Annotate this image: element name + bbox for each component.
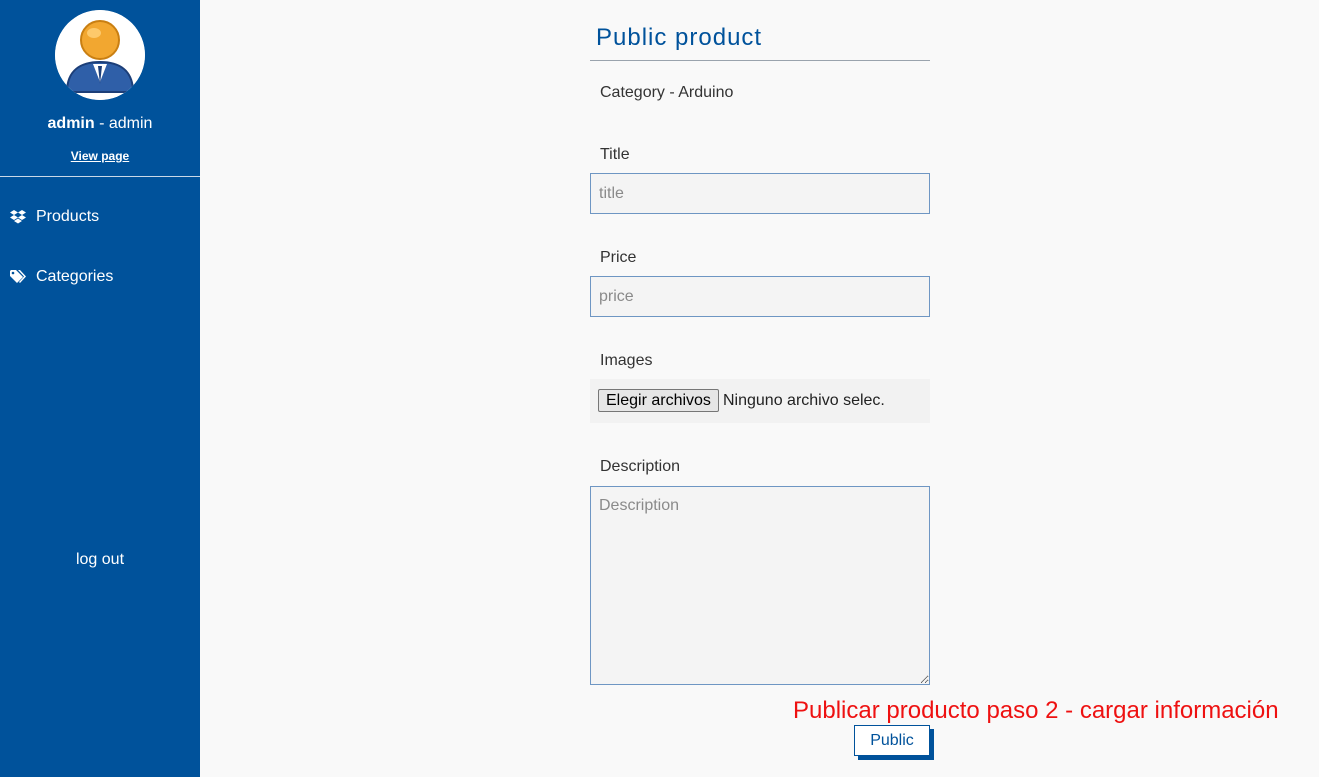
sidebar: admin - admin View page Products Categor… xyxy=(0,0,200,777)
user-identity: admin - admin xyxy=(0,115,200,133)
choose-files-button[interactable]: Elegir archivos xyxy=(598,389,719,412)
price-input[interactable] xyxy=(590,276,930,317)
sidebar-item-label: Categories xyxy=(36,268,114,285)
sidebar-divider xyxy=(0,176,200,177)
sidebar-item-products[interactable]: Products xyxy=(10,205,200,229)
username: admin xyxy=(47,115,95,132)
dropbox-icon xyxy=(10,210,36,224)
sidebar-item-categories[interactable]: Categories xyxy=(10,265,200,289)
images-file-input: Elegir archivos Ninguno archivo selec. xyxy=(590,379,930,423)
title-divider xyxy=(590,60,930,61)
file-status: Ninguno archivo selec. xyxy=(723,392,885,409)
view-page-link[interactable]: View page xyxy=(0,149,200,163)
category-line: Category - Arduino xyxy=(600,84,734,101)
annotation-caption: Publicar producto paso 2 - cargar inform… xyxy=(793,697,1279,724)
user-role: - admin xyxy=(94,115,153,132)
title-input[interactable] xyxy=(590,173,930,214)
public-submit-button[interactable]: Public xyxy=(854,725,930,756)
description-label: Description xyxy=(600,458,681,475)
tags-icon xyxy=(10,270,36,284)
title-label: Title xyxy=(600,146,630,163)
sidebar-item-label: Products xyxy=(36,208,100,225)
user-avatar-icon xyxy=(55,10,145,100)
user-avatar xyxy=(55,10,145,100)
price-label: Price xyxy=(600,249,637,266)
description-textarea[interactable] xyxy=(590,486,930,685)
logout-link[interactable]: log out xyxy=(0,551,200,569)
page-title: Public product xyxy=(596,24,763,51)
images-label: Images xyxy=(600,352,653,369)
